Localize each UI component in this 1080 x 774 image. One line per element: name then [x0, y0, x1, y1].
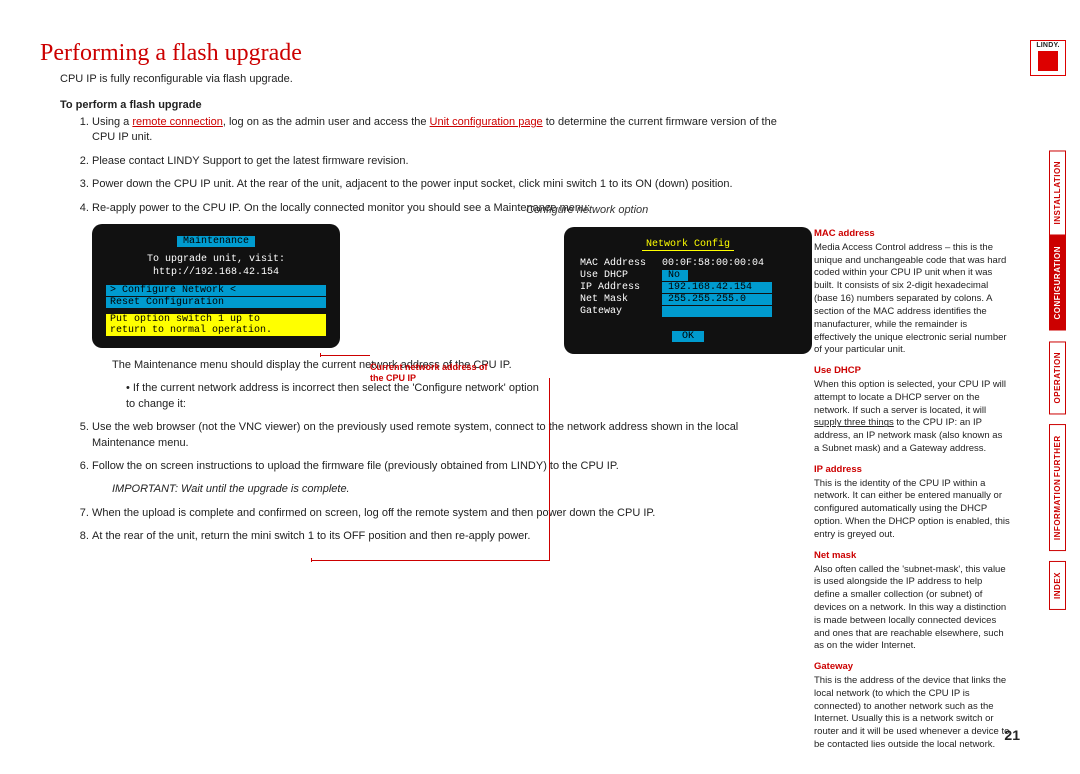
config-leader-horizontal: [311, 560, 550, 561]
netcfg-gw-value: [662, 306, 772, 317]
step-1-text-a: Using a: [92, 116, 132, 128]
step-3: Power down the CPU IP unit. At the rear …: [92, 177, 800, 192]
def-ip-heading: IP address: [814, 464, 1010, 477]
callout-leader-tick: [320, 353, 321, 357]
netcfg-mask-label: Net Mask: [580, 294, 662, 305]
netcfg-mac-value: 00:0F:58:00:00:04: [662, 258, 764, 269]
network-config-terminal: Network Config MAC Address00:0F:58:00:00…: [564, 227, 812, 354]
maint-line2: http://192.168.42.154: [106, 266, 326, 279]
config-leader-vertical: [549, 378, 550, 560]
config-leader-tick: [311, 558, 312, 562]
intro-text: CPU IP is fully reconfigurable via flash…: [60, 73, 800, 85]
page-title: Performing a flash upgrade: [40, 40, 800, 67]
def-dhcp-text-a: When this option is selected, your CPU I…: [814, 379, 1006, 416]
lindy-logo-square-icon: [1038, 51, 1058, 71]
supply-three-things-link[interactable]: supply three things: [814, 417, 894, 428]
def-mac-text: Media Access Control address – this is t…: [814, 242, 1010, 357]
step-1-text-b: , log on as the admin user and access th…: [223, 116, 430, 128]
step-2: Please contact LINDY Support to get the …: [92, 154, 800, 169]
def-mac-heading: MAC address: [814, 228, 1010, 241]
step-6: Follow the on screen instructions to upl…: [92, 459, 800, 474]
netcfg-mask-value: 255.255.255.0: [662, 294, 772, 305]
remote-connection-link[interactable]: remote connection: [132, 116, 223, 128]
netcfg-dhcp-label: Use DHCP: [580, 270, 662, 281]
lindy-logo-text: LINDY.: [1036, 41, 1059, 49]
maint-title: Maintenance: [177, 236, 255, 247]
netcfg-title: Network Config: [642, 239, 734, 251]
netcfg-ip-value: 192.168.42.154: [662, 282, 772, 293]
tab-configuration[interactable]: CONFIGURATION: [1049, 235, 1066, 330]
maintenance-terminal: Maintenance To upgrade unit, visit: http…: [92, 224, 340, 348]
callout-leader-line: [320, 355, 370, 356]
tab-further-information-a: FURTHER: [1053, 435, 1062, 477]
step-1: Using a remote connection, log on as the…: [92, 115, 800, 146]
tab-further-information[interactable]: INFORMATION FURTHER: [1049, 424, 1066, 551]
def-gateway-text: This is the address of the device that l…: [814, 675, 1010, 752]
bullet-configure-network: • If the current network address is inco…: [126, 381, 800, 412]
tab-operation[interactable]: OPERATION: [1049, 341, 1066, 414]
def-mask-heading: Net mask: [814, 550, 1010, 563]
def-ip-text: This is the identity of the CPU IP withi…: [814, 478, 1010, 542]
netcfg-gw-label: Gateway: [580, 306, 662, 317]
unit-config-page-link[interactable]: Unit configuration page: [430, 116, 543, 128]
maint-opt-configure-network: > Configure Network <: [106, 285, 326, 296]
def-gateway-heading: Gateway: [814, 661, 1010, 674]
lindy-logo: LINDY.: [1030, 40, 1066, 76]
step-5: Use the web browser (not the VNC viewer)…: [92, 420, 800, 451]
tab-index[interactable]: INDEX: [1049, 561, 1066, 610]
netcfg-mac-label: MAC Address: [580, 258, 662, 269]
netcfg-ok-button: OK: [672, 331, 704, 342]
step-7: When the upload is complete and confirme…: [92, 506, 800, 521]
sub-heading: To perform a flash upgrade: [60, 99, 800, 111]
maint-opt-reset-config: Reset Configuration: [106, 297, 326, 308]
def-dhcp-heading: Use DHCP: [814, 365, 1010, 378]
tab-further-information-b: INFORMATION: [1053, 479, 1062, 540]
side-tab-bar: INSTALLATION CONFIGURATION OPERATION INF…: [1049, 150, 1066, 610]
def-mask-text: Also often called the 'subnet-mask', thi…: [814, 564, 1010, 654]
step-4: Re-apply power to the CPU IP. On the loc…: [92, 201, 800, 216]
tab-installation[interactable]: INSTALLATION: [1049, 150, 1066, 235]
def-dhcp-text: When this option is selected, your CPU I…: [814, 379, 1010, 456]
step-8: At the rear of the unit, return the mini…: [92, 529, 800, 544]
configure-network-caption: Configure network option: [526, 204, 648, 216]
important-note: IMPORTANT: Wait until the upgrade is com…: [112, 482, 800, 497]
netcfg-ip-label: IP Address: [580, 282, 662, 293]
netcfg-dhcp-value: No: [662, 270, 688, 281]
page-number: 21: [1004, 727, 1020, 743]
callout-current-network-address: Current network address of the CPU IP: [370, 362, 490, 385]
maint-hint-2: return to normal operation.: [106, 325, 326, 336]
maint-hint-1: Put option switch 1 up to: [106, 314, 326, 325]
maint-line1: To upgrade unit, visit:: [106, 253, 326, 266]
definitions-column: MAC address Media Access Control address…: [800, 40, 1010, 754]
